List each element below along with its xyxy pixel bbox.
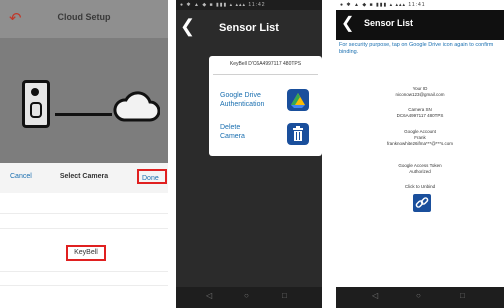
android-nav-bar: ◁ ○ □ — [336, 287, 504, 308]
picker-line — [0, 271, 168, 272]
page-title: Cloud Setup — [57, 12, 111, 22]
done-button[interactable]: Done — [137, 169, 167, 184]
page-title: Sensor List — [219, 22, 279, 34]
camera-lens — [31, 88, 39, 96]
trash-glyph-icon — [293, 126, 303, 141]
doorbell-button — [30, 102, 42, 118]
setup-illustration — [0, 38, 168, 163]
unbind-link-icon[interactable] — [413, 194, 431, 212]
nav-back-icon[interactable]: ◁ — [372, 291, 378, 300]
nav-recents-icon[interactable]: □ — [460, 291, 465, 300]
android-nav-bar: ◁ ○ □ — [176, 287, 322, 308]
picker-line — [0, 285, 168, 286]
status-bar: ● ✱ ▲ ◆ ■ ▮▮▮ ▴ ▴▴▴ 11:42 — [176, 0, 322, 10]
cloud-setup-screen: ↶ Cloud Setup Cancel Select Camera Done … — [0, 0, 168, 308]
connection-line — [55, 113, 112, 116]
cloud-icon — [113, 91, 160, 122]
status-bar: ● ✱ ▲ ◆ ■ ▮▮▮ ▴ ▴▴▴ 11:41 — [336, 0, 504, 10]
divider — [213, 74, 318, 75]
drive-triangle-icon — [291, 93, 305, 108]
trash-icon[interactable] — [287, 123, 309, 145]
back-chevron-icon[interactable]: ❮ — [341, 13, 354, 35]
delete-camera-label[interactable]: Delete Camera — [220, 123, 260, 141]
page-title: Sensor List — [364, 18, 414, 28]
device-id: KeyBell D'C6A4997117 480TPS — [229, 61, 302, 67]
header-bar: ↶ Cloud Setup — [0, 0, 168, 38]
header-bar: ❮ Sensor List — [336, 10, 504, 40]
token-value: Authorized — [409, 169, 431, 174]
picker-line — [0, 213, 168, 214]
google-account-value: franknowhite26ifma***@***s.com — [386, 141, 454, 146]
nav-recents-icon[interactable]: □ — [282, 291, 287, 300]
security-note: For security purpose, tap on Google Driv… — [339, 42, 494, 55]
picker-line — [0, 228, 168, 229]
chain-link-icon — [415, 197, 429, 208]
sensor-detail-screen: ● ✱ ▲ ◆ ■ ▮▮▮ ▴ ▴▴▴ 11:41 ❮ Sensor List … — [336, 0, 504, 308]
picker-selected-item[interactable]: KeyBell — [66, 245, 106, 261]
user-id-value: niconow123@gmail.com — [395, 92, 445, 97]
gdrive-auth-label[interactable]: Google Drive Authentication — [220, 91, 280, 109]
unbind-label: Click to Unbind — [404, 184, 436, 189]
device-card: KeyBell D'C6A4997117 480TPS Google Drive… — [209, 56, 322, 156]
nav-home-icon[interactable]: ○ — [416, 291, 421, 300]
nav-home-icon[interactable]: ○ — [244, 291, 249, 300]
camera-picker[interactable]: KeyBell — [0, 193, 168, 308]
nav-back-icon[interactable]: ◁ — [206, 291, 212, 300]
sensor-list-screen: ● ✱ ▲ ◆ ■ ▮▮▮ ▴ ▴▴▴ 11:42 ❮ Sensor List … — [176, 0, 322, 308]
google-drive-icon[interactable] — [287, 89, 309, 111]
camera-sn-value: DC6A4997117 480TPS — [396, 113, 444, 118]
camera-device-icon — [22, 80, 50, 128]
